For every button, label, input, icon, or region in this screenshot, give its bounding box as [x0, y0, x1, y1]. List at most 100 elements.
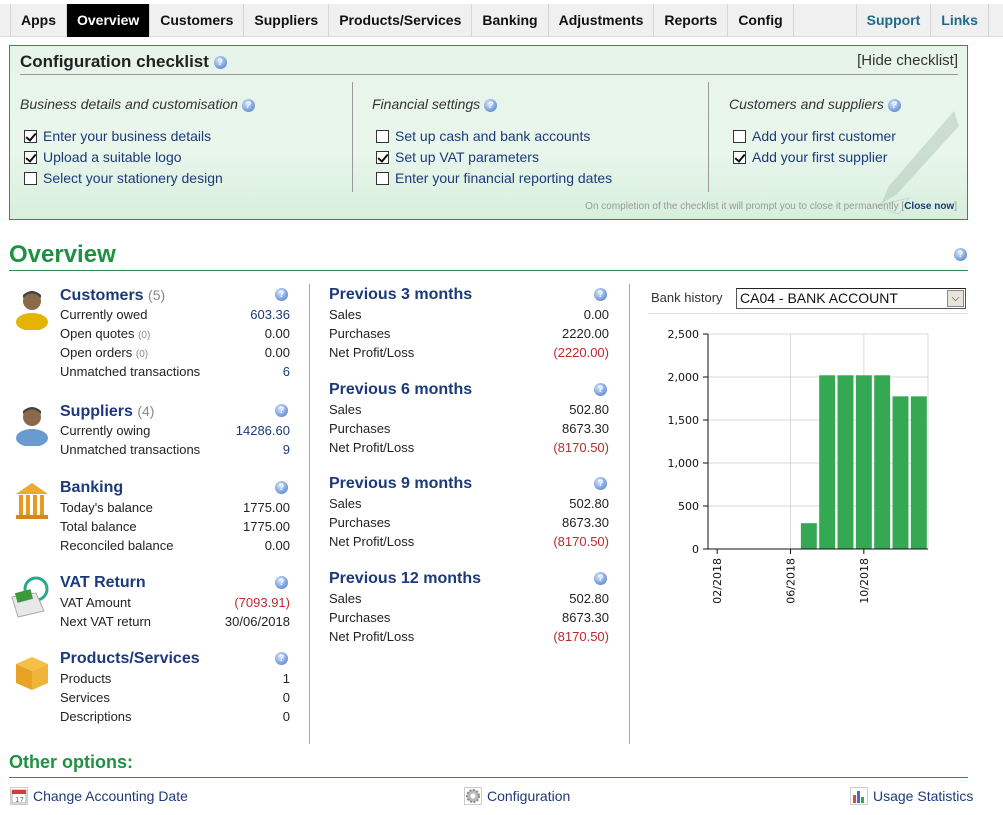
links-link[interactable]: Links: [931, 4, 989, 37]
link-label[interactable]: Configuration: [487, 788, 570, 804]
y-tick-label: 2,500: [668, 328, 700, 341]
customers-section: Customers (5)? Currently owed 603.36 Open…: [60, 285, 290, 381]
period-heading[interactable]: Previous 12 months?: [329, 569, 609, 589]
products-services-heading[interactable]: Products/Services?: [60, 649, 290, 669]
help-icon[interactable]: ?: [594, 572, 607, 585]
help-icon[interactable]: ?: [594, 383, 607, 396]
period-heading[interactable]: Previous 6 months?: [329, 380, 609, 400]
checklist-item[interactable]: Set up cash and bank accounts: [372, 126, 702, 147]
tab-adjustments[interactable]: Adjustments: [549, 4, 655, 37]
help-icon[interactable]: ?: [241, 98, 255, 112]
checkbox[interactable]: [376, 172, 389, 185]
change-accounting-date-link[interactable]: 17 Change Accounting Date: [10, 787, 188, 805]
stat-value: 2220.00: [562, 326, 609, 341]
checkbox[interactable]: [24, 151, 37, 164]
stat-label: Services: [60, 690, 110, 705]
tab-reports[interactable]: Reports: [654, 4, 729, 37]
checklist-item-label[interactable]: Add your first supplier: [752, 147, 887, 168]
period-3-months: Previous 3 months? Sales 0.00 Purchases 22…: [329, 285, 609, 362]
section-title[interactable]: Previous 3 months: [329, 286, 472, 303]
banking-heading[interactable]: Banking?: [60, 478, 290, 498]
checklist-divider: [20, 74, 958, 75]
stat-row: Reconciled balance 0.00: [60, 536, 290, 555]
checklist-item[interactable]: Upload a suitable logo: [20, 147, 350, 168]
checkbox[interactable]: [24, 130, 37, 143]
supplier-count: (4): [137, 403, 155, 419]
checklist-item-label[interactable]: Enter your financial reporting dates: [395, 168, 612, 189]
tab-banking[interactable]: Banking: [472, 4, 549, 37]
stat-value[interactable]: 14286.60: [236, 421, 290, 440]
usage-statistics-link[interactable]: Usage Statistics: [850, 787, 973, 805]
tab-customers[interactable]: Customers: [150, 4, 245, 37]
configuration-link[interactable]: Configuration: [464, 787, 570, 805]
chevron-down-icon[interactable]: ⌵: [947, 290, 964, 307]
stat-value[interactable]: 603.36: [250, 305, 290, 324]
checklist-item-label[interactable]: Add your first customer: [752, 126, 896, 147]
group-heading: Customers and suppliers ?: [729, 96, 959, 112]
section-title[interactable]: Products/Services: [60, 650, 200, 667]
checkbox[interactable]: [733, 151, 746, 164]
checklist-item[interactable]: Enter your business details: [20, 126, 350, 147]
tab-config[interactable]: Config: [728, 4, 794, 37]
checkbox[interactable]: [24, 172, 37, 185]
stat-value: 0.00: [583, 307, 609, 322]
close-now-link[interactable]: Close now: [904, 201, 954, 212]
section-title[interactable]: Previous 9 months: [329, 475, 472, 492]
link-label[interactable]: Usage Statistics: [873, 788, 973, 804]
period-heading[interactable]: Previous 9 months?: [329, 474, 609, 494]
help-icon[interactable]: ?: [594, 288, 607, 301]
suppliers-heading[interactable]: Suppliers (4)?: [60, 401, 290, 421]
period-heading[interactable]: Previous 3 months?: [329, 285, 609, 305]
checklist-item-label[interactable]: Enter your business details: [43, 126, 211, 147]
group-heading-text: Business details and customisation: [20, 96, 238, 112]
chart-bar: [892, 396, 909, 549]
stat-row: Total balance 1775.00: [60, 517, 290, 536]
support-link[interactable]: Support: [857, 4, 932, 37]
tab-overview[interactable]: Overview: [67, 4, 151, 37]
help-icon[interactable]: ?: [275, 576, 288, 589]
tab-suppliers[interactable]: Suppliers: [244, 4, 330, 37]
checklist-item[interactable]: Set up VAT parameters: [372, 147, 702, 168]
checklist-item-label[interactable]: Upload a suitable logo: [43, 147, 182, 168]
section-title[interactable]: Banking: [60, 479, 123, 496]
checklist-item-label[interactable]: Select your stationery design: [43, 168, 223, 189]
help-icon[interactable]: ?: [275, 288, 288, 301]
checkbox[interactable]: [733, 130, 746, 143]
stat-label: Net Profit/Loss: [329, 440, 415, 455]
section-title[interactable]: Customers: [60, 287, 144, 304]
stat-row: Net Profit/Loss (8170.50): [329, 627, 609, 646]
help-icon[interactable]: ?: [275, 652, 288, 665]
checklist-item-label[interactable]: Set up cash and bank accounts: [395, 126, 590, 147]
x-tick-label: 10/2018: [858, 558, 871, 604]
help-icon[interactable]: ?: [594, 477, 607, 490]
help-icon[interactable]: ?: [954, 248, 967, 261]
help-icon[interactable]: ?: [275, 404, 288, 417]
checklist-item[interactable]: Select your stationery design: [20, 168, 350, 189]
checklist-item[interactable]: Add your first customer: [729, 126, 959, 147]
checkbox[interactable]: [376, 151, 389, 164]
help-icon[interactable]: ?: [275, 481, 288, 494]
stat-value[interactable]: 9: [283, 440, 290, 459]
customers-heading[interactable]: Customers (5)?: [60, 285, 290, 305]
checklist-item[interactable]: Enter your financial reporting dates: [372, 168, 702, 189]
help-icon[interactable]: ?: [213, 56, 227, 70]
tab-apps[interactable]: Apps: [10, 4, 67, 37]
hide-checklist-link[interactable]: [Hide checklist]: [857, 52, 958, 69]
section-title[interactable]: Previous 6 months: [329, 381, 472, 398]
stat-value[interactable]: 6: [283, 362, 290, 381]
section-title[interactable]: Previous 12 months: [329, 570, 481, 587]
checklist-item-label[interactable]: Set up VAT parameters: [395, 147, 539, 168]
checkbox[interactable]: [376, 130, 389, 143]
section-title[interactable]: Suppliers: [60, 403, 133, 420]
section-title[interactable]: VAT Return: [60, 574, 146, 591]
checklist-item[interactable]: Add your first supplier: [729, 147, 959, 168]
tab-products-services[interactable]: Products/Services: [329, 4, 473, 37]
checklist-title-text: Configuration checklist: [20, 52, 209, 71]
stat-row: Purchases 8673.30: [329, 608, 609, 627]
checklist-group-customers-suppliers: Customers and suppliers ? Add your first…: [729, 82, 959, 192]
link-label[interactable]: Change Accounting Date: [33, 788, 188, 804]
help-icon[interactable]: ?: [484, 98, 498, 112]
help-icon[interactable]: ?: [887, 98, 901, 112]
vat-return-heading[interactable]: VAT Return?: [60, 573, 290, 593]
bank-account-select[interactable]: CA04 - BANK ACCOUNT ⌵: [736, 288, 966, 309]
